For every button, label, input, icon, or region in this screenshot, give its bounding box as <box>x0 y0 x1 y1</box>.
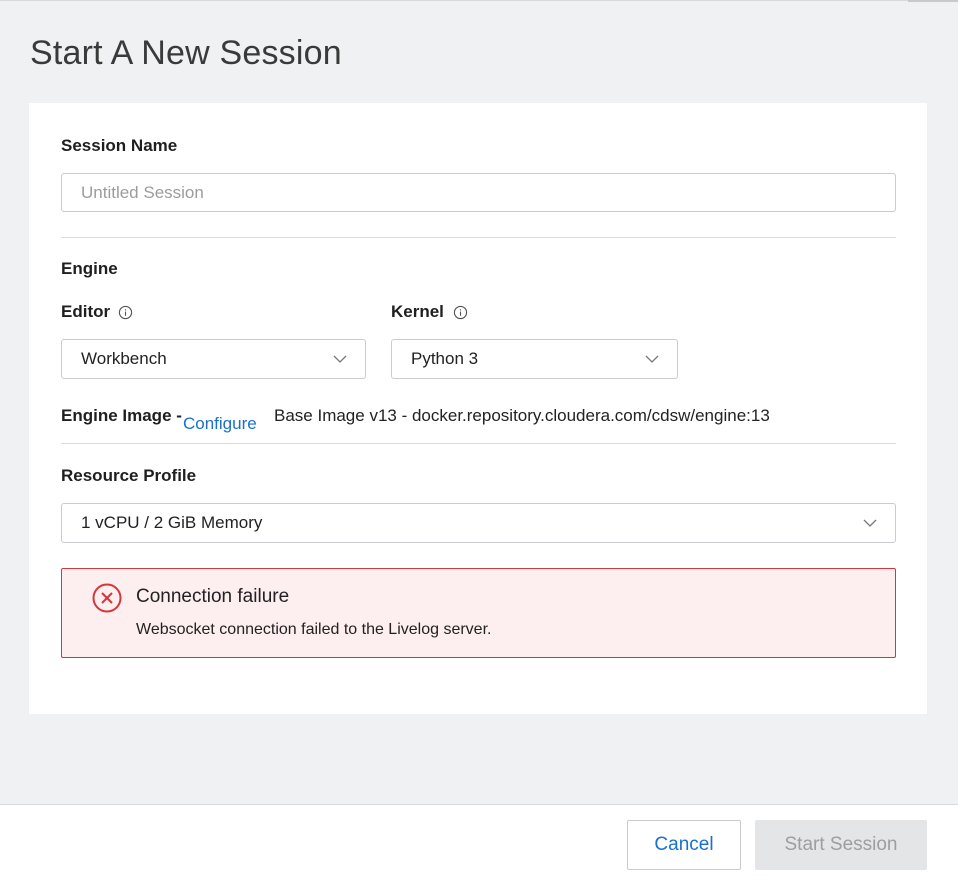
top-corner-accent <box>908 0 958 2</box>
engine-heading: Engine <box>61 259 118 278</box>
engine-image-value: Base Image v13 - docker.repository.cloud… <box>274 406 770 425</box>
connection-failure-alert: Connection failure Websocket connection … <box>61 568 896 658</box>
chevron-down-icon <box>645 355 659 363</box>
session-name-label: Session Name <box>61 136 178 155</box>
kernel-select-value: Python 3 <box>411 349 479 368</box>
editor-info-icon[interactable] <box>118 305 133 320</box>
error-circle-x-icon <box>92 583 122 613</box>
chevron-down-icon <box>333 355 347 363</box>
alert-message: Websocket connection failed to the Livel… <box>136 621 492 638</box>
cancel-button[interactable]: Cancel <box>627 820 741 870</box>
chevron-down-icon <box>863 519 877 527</box>
configure-engine-image-link[interactable]: Configure <box>183 414 257 434</box>
resource-profile-select-value: 1 vCPU / 2 GiB Memory <box>81 513 263 532</box>
start-session-button[interactable]: Start Session <box>755 820 927 870</box>
alert-title: Connection failure <box>136 586 290 607</box>
kernel-info-icon[interactable] <box>453 305 468 320</box>
footer-bar: Cancel Start Session <box>0 804 958 876</box>
resource-profile-select[interactable]: 1 vCPU / 2 GiB Memory <box>61 503 896 543</box>
editor-select[interactable]: Workbench <box>61 339 366 379</box>
kernel-select[interactable]: Python 3 <box>391 339 678 379</box>
editor-label: Editor <box>61 302 111 321</box>
divider <box>61 237 896 238</box>
editor-select-value: Workbench <box>81 349 167 368</box>
page-title: Start A New Session <box>30 34 342 72</box>
session-form-card: Session Name Engine Editor Kernel Workbe… <box>29 103 927 714</box>
engine-image-label: Engine Image - <box>61 406 182 425</box>
top-border <box>0 0 958 1</box>
resource-profile-label: Resource Profile <box>61 466 197 485</box>
kernel-label: Kernel <box>391 302 444 321</box>
divider <box>61 443 896 444</box>
session-name-input[interactable] <box>61 173 896 212</box>
